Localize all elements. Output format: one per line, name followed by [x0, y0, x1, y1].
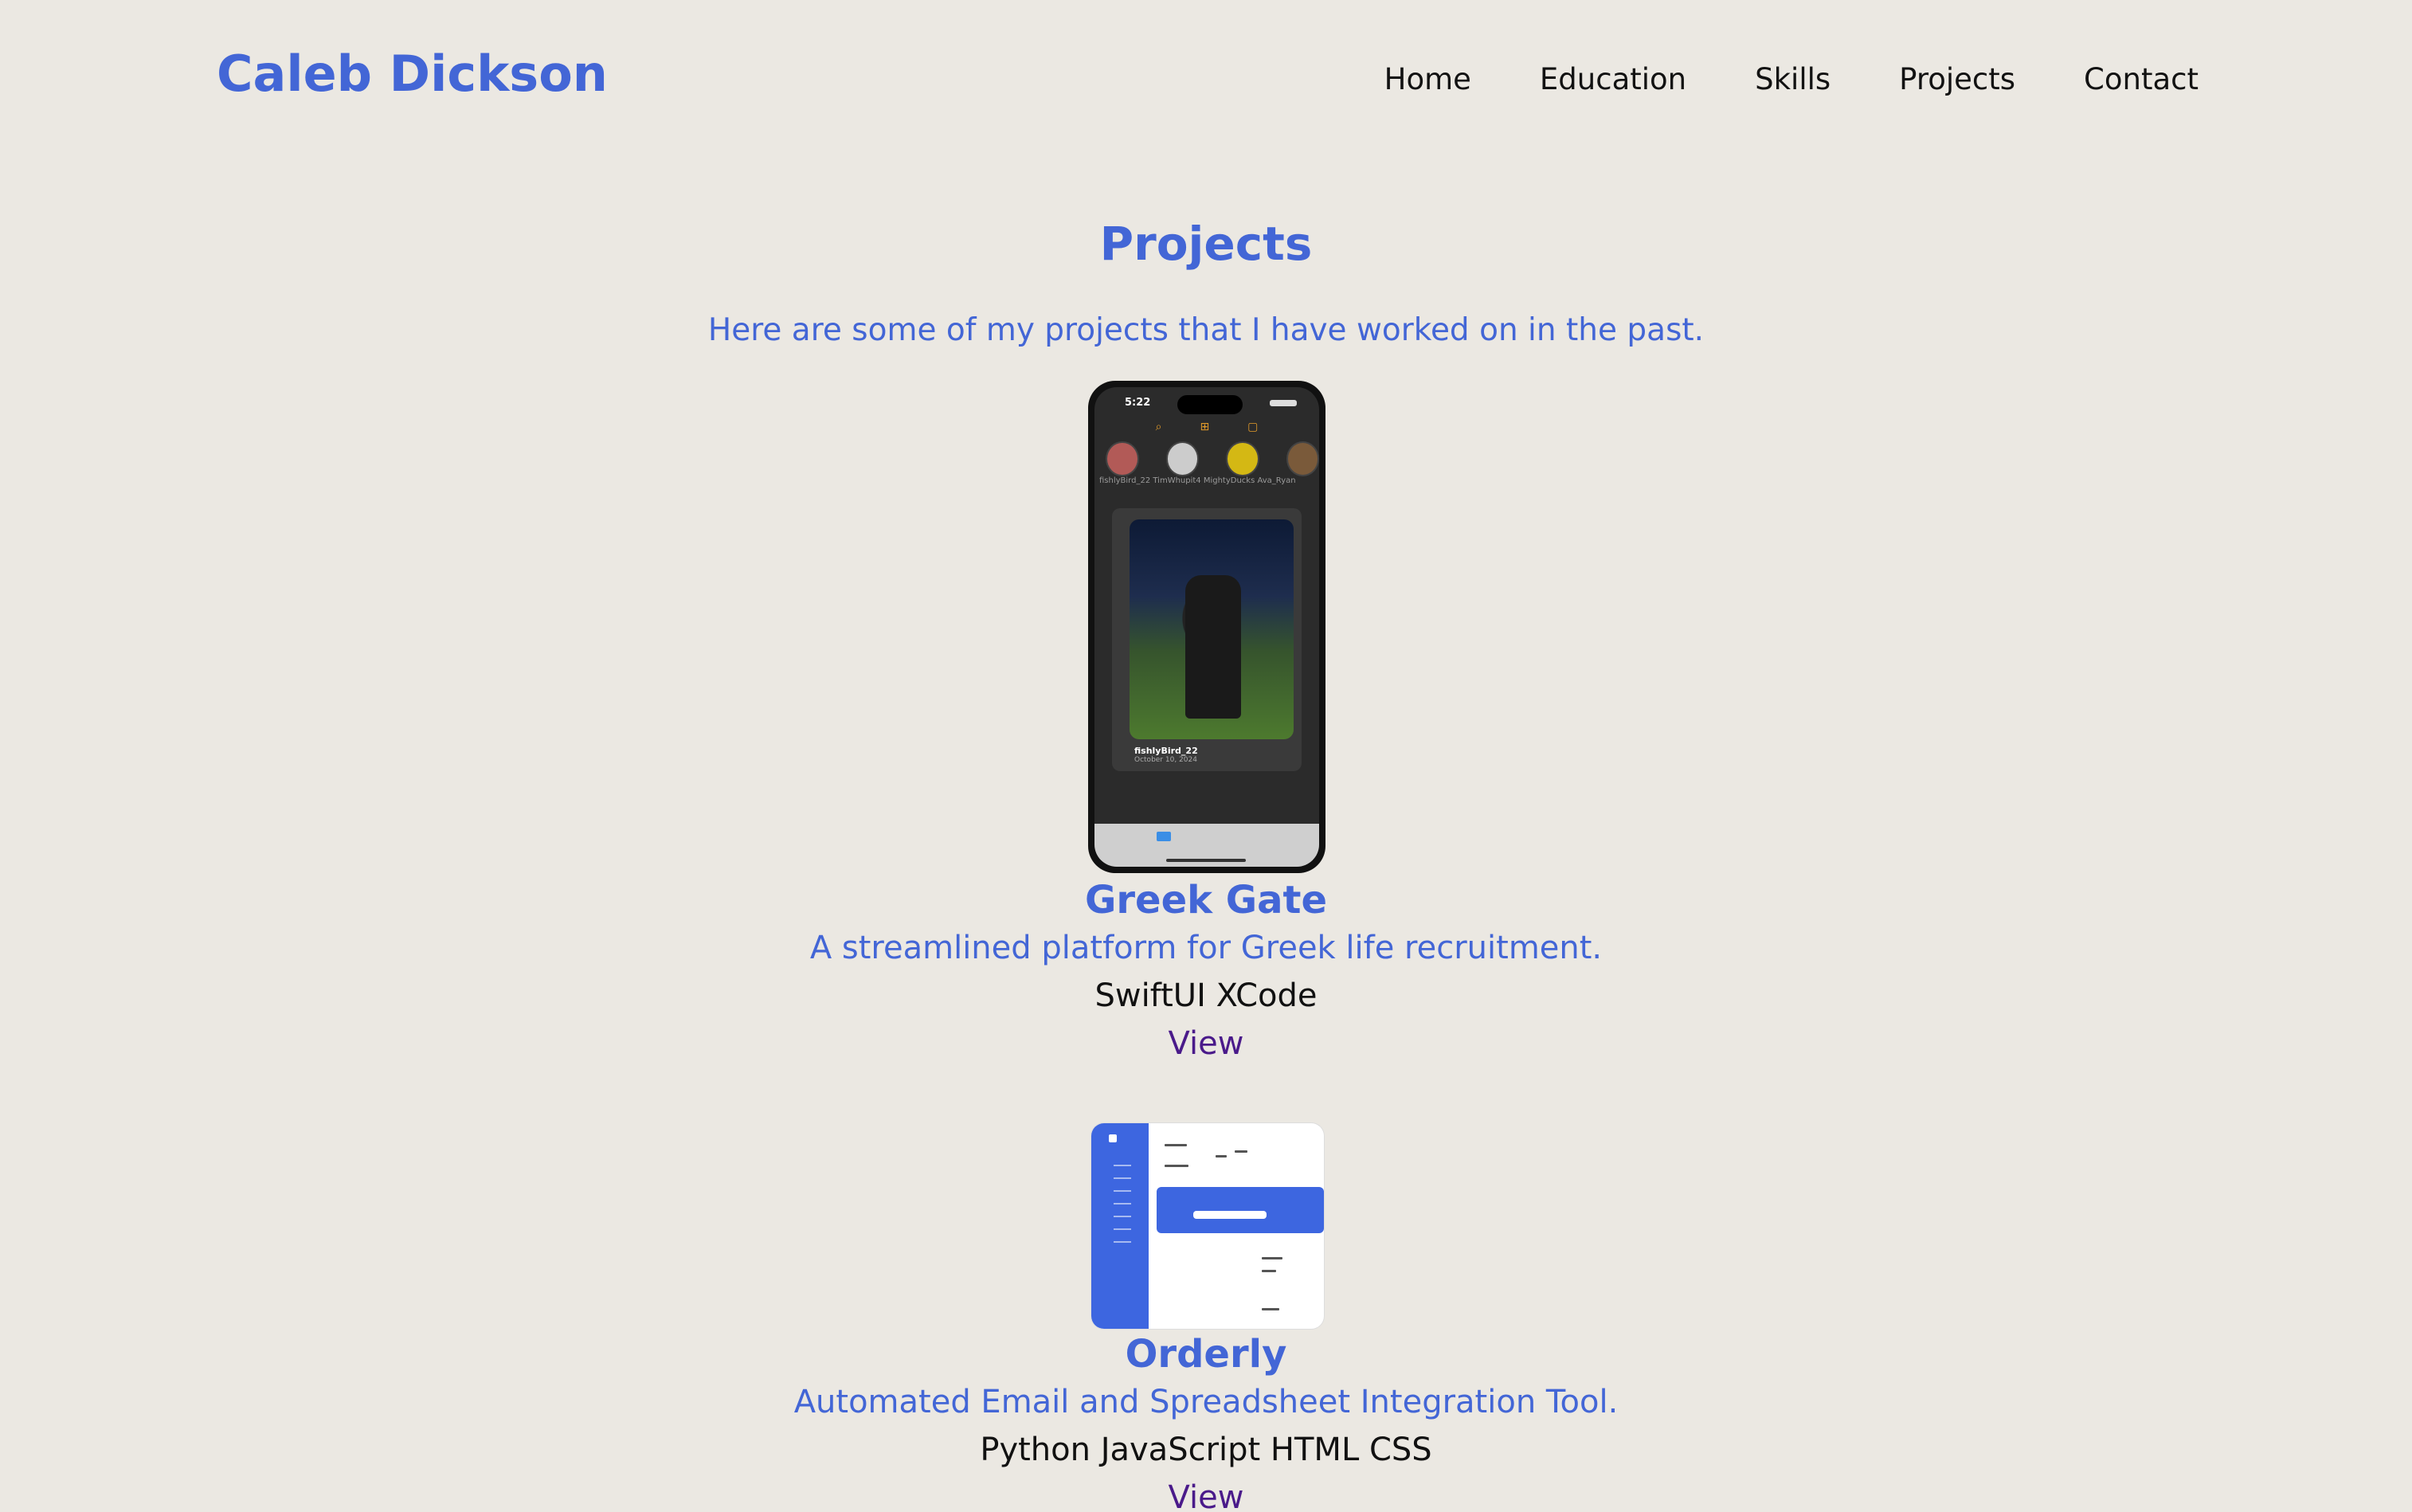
browser-page: Caleb Dickson Home Education Skills Proj… [0, 0, 2412, 1512]
sidebar-line [1114, 1241, 1131, 1243]
sidebar-line [1114, 1165, 1131, 1166]
orderly-screenshot [1091, 1123, 1324, 1329]
post-date: October 10, 2024 [1134, 756, 1197, 764]
story-names: fishlyBird_22 TimWhupit4 MightyDucks Ava… [1099, 476, 1296, 485]
project-view-link[interactable]: View [1169, 1020, 1244, 1067]
post-card: fishlyBird_22 October 10, 2024 [1112, 508, 1302, 771]
orderly-sidebar [1091, 1123, 1149, 1329]
battery-icon [1270, 400, 1297, 406]
project-view-link[interactable]: View [1169, 1474, 1244, 1512]
banner-button [1193, 1211, 1267, 1219]
project-orderly: Orderly Automated Email and Spreadsheet … [0, 1330, 2412, 1512]
search-icon: ⌕ [1155, 421, 1162, 433]
phone-time: 5:22 [1125, 397, 1151, 409]
section-title: Projects [1099, 217, 1313, 271]
text-line [1165, 1144, 1187, 1146]
sidebar-line [1114, 1190, 1131, 1192]
project-title: Greek Gate [1084, 878, 1328, 922]
nav-contact[interactable]: Contact [2084, 62, 2199, 96]
text-line [1165, 1165, 1188, 1167]
top-icons: ⌕ ⊞ ▢ [1094, 421, 1319, 433]
nav-projects[interactable]: Projects [1899, 62, 2015, 96]
nav-skills[interactable]: Skills [1755, 62, 1831, 96]
sidebar-line [1114, 1203, 1131, 1205]
text-line [1262, 1270, 1276, 1272]
sidebar-line [1114, 1216, 1131, 1217]
post-author: fishlyBird_22 October 10, 2024 [1134, 746, 1198, 764]
chat-icon: ▢ [1247, 421, 1259, 433]
text-line [1262, 1257, 1282, 1259]
story-avatar [1165, 441, 1199, 476]
main-nav: Home Education Skills Projects Contact [1384, 62, 2199, 96]
project-tech: Python JavaScript HTML CSS [980, 1432, 1432, 1468]
phone-screen: 5:22 ⌕ ⊞ ▢ fishlyBird_22 TimWhupit4 Migh… [1094, 387, 1319, 867]
project-description: A streamlined platform for Greek life re… [809, 930, 1603, 966]
site-brand[interactable]: Caleb Dickson [217, 45, 608, 103]
add-icon: ⊞ [1200, 421, 1210, 433]
nav-home[interactable]: Home [1384, 62, 1471, 96]
logo-icon [1109, 1134, 1117, 1142]
project-title: Orderly [1125, 1332, 1287, 1377]
home-indicator [1166, 859, 1246, 862]
section-subtitle: Here are some of my projects that I have… [707, 312, 1705, 348]
tab-bar [1094, 824, 1319, 867]
story-avatar [1106, 441, 1139, 476]
greek-gate-screenshot: 5:22 ⌕ ⊞ ▢ fishlyBird_22 TimWhupit4 Migh… [1088, 381, 1325, 873]
project-tech: SwiftUI XCode [1094, 977, 1318, 1014]
feed-tab-icon [1157, 832, 1171, 841]
text-line [1262, 1308, 1279, 1310]
orderly-banner [1157, 1187, 1324, 1233]
sidebar-line [1114, 1228, 1131, 1230]
dynamic-island [1177, 395, 1243, 414]
nav-education[interactable]: Education [1540, 62, 1686, 96]
story-avatar [1226, 441, 1259, 476]
project-description: Automated Email and Spreadsheet Integrat… [793, 1384, 1619, 1420]
post-photo [1130, 519, 1294, 739]
text-line [1216, 1155, 1227, 1158]
post-author-name: fishlyBird_22 [1134, 746, 1198, 756]
sidebar-line [1114, 1177, 1131, 1179]
story-avatar [1286, 441, 1319, 476]
text-line [1235, 1150, 1247, 1153]
project-greek-gate: Greek Gate A streamlined platform for Gr… [0, 876, 2412, 1067]
story-row [1106, 441, 1319, 476]
